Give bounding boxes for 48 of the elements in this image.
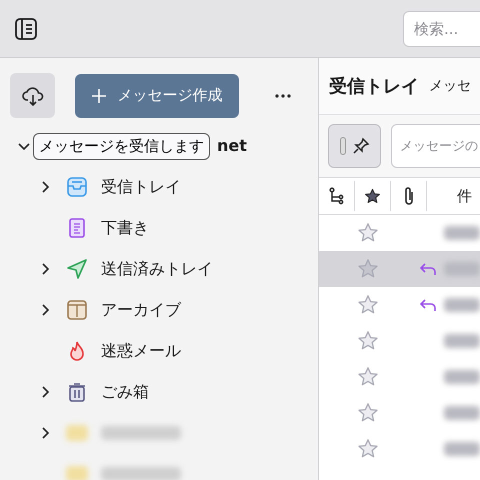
blurred-folder-icon [66,466,88,480]
cloud-download-icon [20,84,44,106]
quick-filter-field[interactable]: メッセージの [391,124,480,168]
trash-can-icon [66,380,88,402]
plus-icon [92,88,106,102]
folder-item[interactable]: ごみ箱 [0,371,318,412]
account-name[interactable]: net [217,134,247,158]
search-field[interactable]: 検索... [403,10,480,46]
blurred-folder-icon [66,424,88,440]
star-icon[interactable] [357,258,380,280]
inbox-tray-icon [66,176,88,198]
document-icon [66,216,88,238]
star-icon[interactable] [357,438,380,460]
reply-arrow-icon [420,262,436,276]
more-options-icon[interactable] [275,94,291,98]
blurred-subject [444,406,480,420]
blurred-subject [444,334,480,348]
paper-plane-icon [66,258,88,280]
blurred-subject [444,226,480,240]
folder-item[interactable]: 送信済みトレイ [0,248,318,289]
star-icon[interactable] [357,294,380,316]
star-icon[interactable] [357,222,380,244]
archive-box-icon [66,298,88,320]
thread-icon[interactable] [328,187,344,205]
sidebar-toggle-icon[interactable] [14,16,38,40]
blurred-subject [444,298,480,312]
star-icon[interactable] [357,402,380,424]
star-icon[interactable] [364,188,381,204]
get-messages-button[interactable] [10,73,55,118]
blurred-subject [444,262,480,276]
message-row[interactable] [319,251,480,287]
blurred-subject [444,442,480,456]
compose-button[interactable]: メッセージ作成 [75,74,239,118]
folder-item[interactable]: 下書き [0,207,318,248]
tooltip: メッセージを受信します [33,133,210,160]
pin-toggle-button[interactable] [328,124,381,168]
folder-title: 受信トレイ [329,74,419,98]
folder-item[interactable]: 受信トレイ [0,166,318,207]
column-header[interactable]: 件 [427,184,472,208]
blurred-subject [444,370,480,384]
paperclip-icon[interactable] [402,186,414,206]
star-icon[interactable] [357,330,380,352]
pin-icon [352,137,370,155]
reply-arrow-icon [420,298,436,312]
message-count: メッセ [429,76,471,96]
star-icon[interactable] [357,366,380,388]
folder-item[interactable]: 迷惑メール [0,330,318,371]
folder-item[interactable]: アーカイブ [0,289,318,330]
